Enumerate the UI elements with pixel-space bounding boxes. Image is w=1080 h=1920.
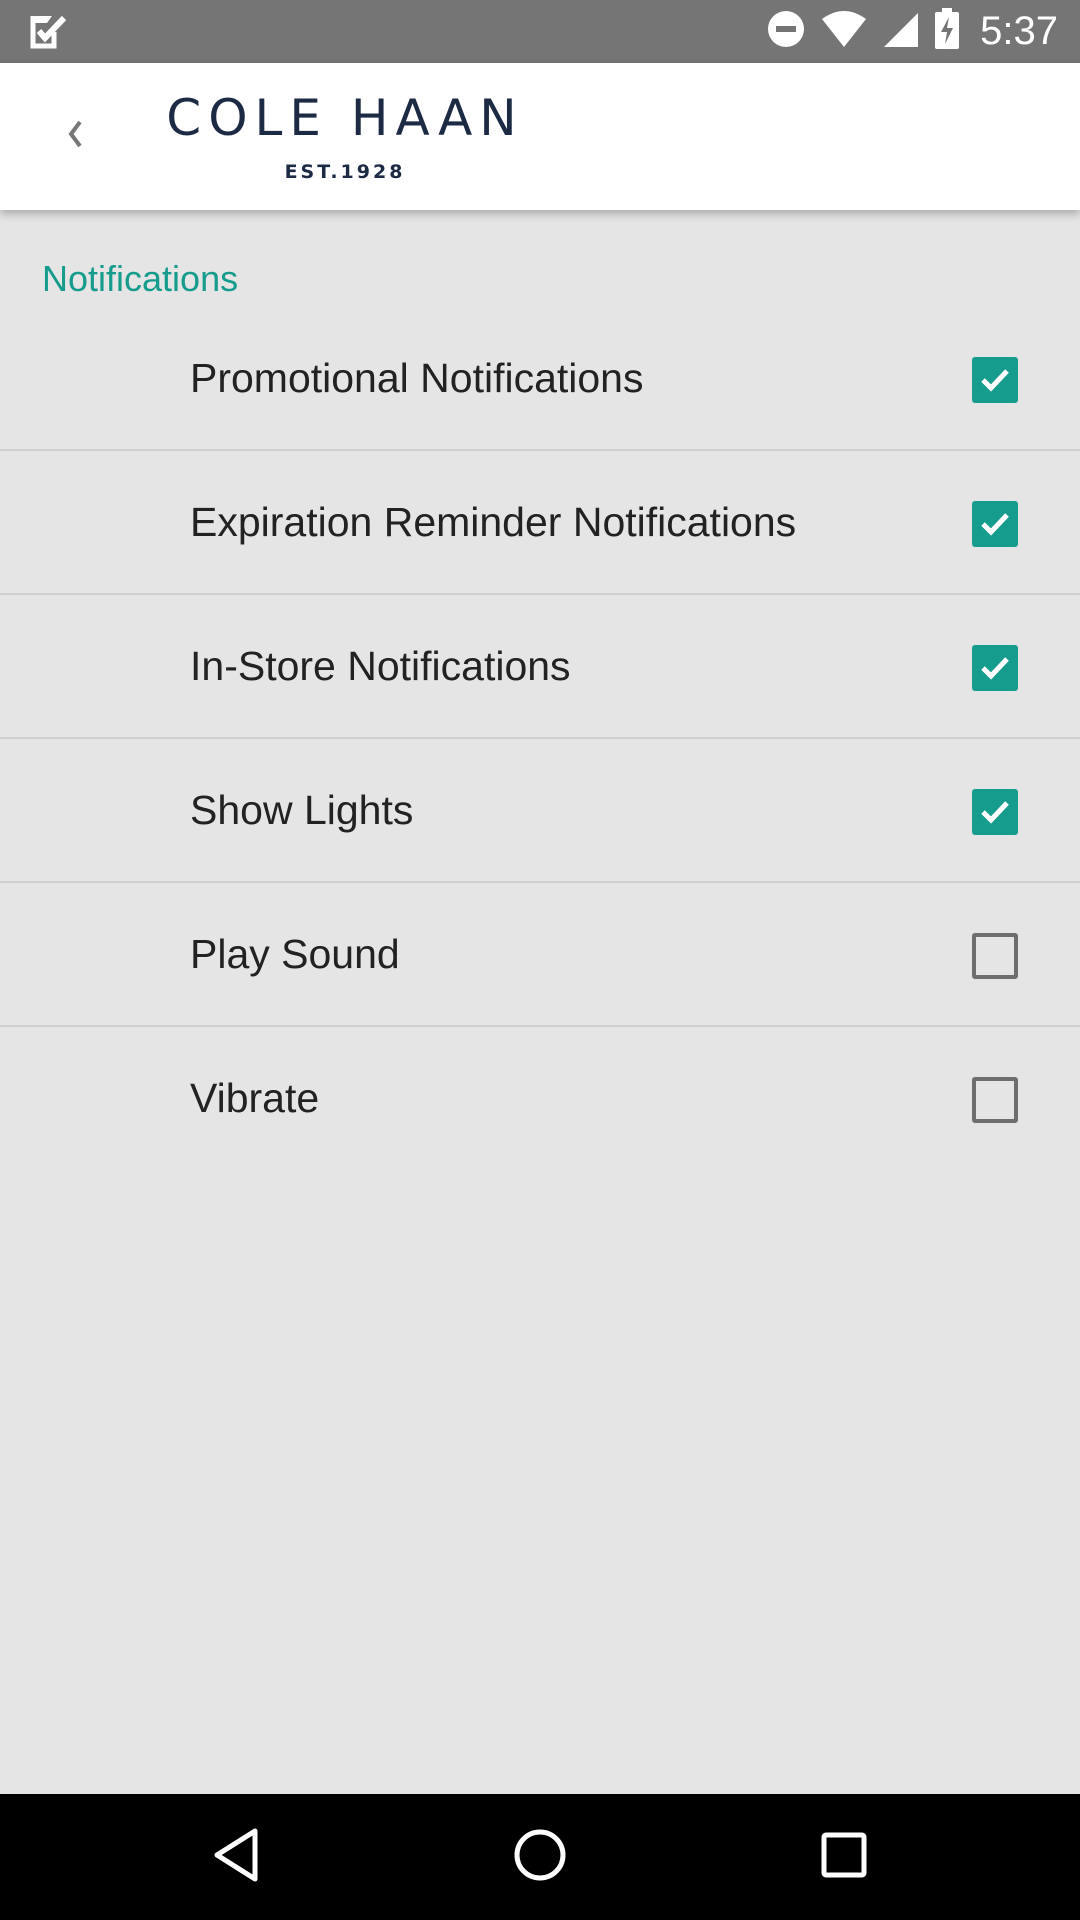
nav-home-button[interactable] (508, 1825, 572, 1889)
checkbox-checked[interactable] (972, 357, 1018, 403)
checkbox-checked[interactable] (972, 789, 1018, 835)
checkmark-icon (981, 513, 1009, 536)
status-icons: 5:37 (766, 0, 1058, 63)
battery-charging-icon (934, 8, 960, 55)
checkmark-icon (981, 369, 1009, 392)
back-button[interactable] (40, 101, 110, 171)
setting-label: Show Lights (190, 787, 414, 833)
checkbox-unchecked[interactable] (972, 1077, 1018, 1123)
app-notification-icon (30, 12, 68, 50)
setting-label: Play Sound (190, 931, 400, 977)
home-circle-icon (513, 1828, 567, 1887)
section-title: Notifications (42, 258, 239, 299)
checkmark-icon (981, 801, 1009, 824)
nav-recents-button[interactable] (812, 1825, 876, 1889)
recents-square-icon (820, 1831, 868, 1884)
checkbox-unchecked[interactable] (972, 933, 1018, 979)
settings-list: Promotional Notifications Expiration Rem… (0, 307, 1080, 1169)
setting-row-show-lights[interactable]: Show Lights (0, 739, 1080, 883)
logo-name: COLE HAAN (166, 89, 524, 147)
setting-row-vibrate[interactable]: Vibrate (0, 1027, 1080, 1169)
checkbox-checked[interactable] (972, 645, 1018, 691)
status-bar: 5:37 (0, 0, 1080, 63)
checkbox-checked[interactable] (972, 501, 1018, 547)
setting-row-expiration-reminder[interactable]: Expiration Reminder Notifications (0, 451, 1080, 595)
back-chevron-icon (65, 118, 85, 155)
app-bar: COLE HAAN EST.1928 (0, 63, 1080, 210)
setting-label: Expiration Reminder Notifications (190, 499, 797, 545)
setting-row-in-store[interactable]: In-Store Notifications (0, 595, 1080, 739)
screen: 5:37 COLE HAAN EST.1928 Notifications Pr… (0, 0, 1080, 1920)
system-nav-bar (0, 1794, 1080, 1920)
setting-row-play-sound[interactable]: Play Sound (0, 883, 1080, 1027)
brand-logo: COLE HAAN EST.1928 (160, 85, 530, 183)
setting-row-promotional[interactable]: Promotional Notifications (0, 307, 1080, 451)
checkmark-icon (981, 657, 1009, 680)
logo-est: EST.1928 (284, 161, 406, 183)
cell-signal-icon (882, 9, 920, 54)
do-not-disturb-icon (766, 9, 806, 54)
back-triangle-icon (211, 1827, 261, 1888)
setting-label: Vibrate (190, 1075, 320, 1121)
status-time: 5:37 (980, 9, 1058, 53)
setting-label: In-Store Notifications (190, 643, 571, 689)
nav-back-button[interactable] (204, 1825, 268, 1889)
setting-label: Promotional Notifications (190, 355, 644, 401)
wifi-icon (820, 9, 868, 54)
